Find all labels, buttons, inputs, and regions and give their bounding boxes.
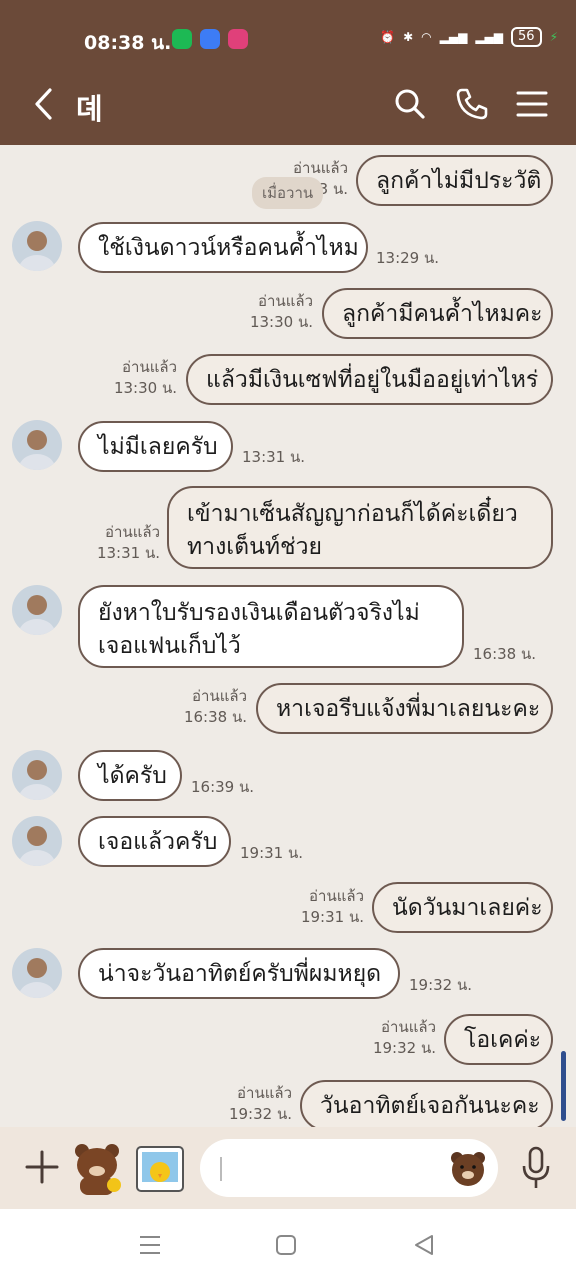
message-list[interactable]: อ่านแล้ว …3 น. เมื่อวาน ลูกค้าไม่มีประวั… bbox=[0, 145, 576, 1127]
contact-avatar[interactable] bbox=[12, 948, 62, 998]
status-bar: 08:38 น. ⏰ ✱ ◠ ▂▄▆ ▂▄▆ 56 ⚡ bbox=[0, 0, 576, 70]
brown-bear-sticker-icon[interactable] bbox=[68, 1139, 126, 1197]
message-text-line: เจอแฟนเก็บไว้ bbox=[98, 633, 241, 659]
message-time: 16:38 น. bbox=[473, 645, 537, 663]
message-bubble-outgoing[interactable]: แล้วมีเงินเซฟที่อยู่ในมืออยู่เท่าไหร่ bbox=[186, 354, 553, 405]
charging-icon: ⚡ bbox=[549, 30, 558, 44]
wifi-icon: ◠ bbox=[421, 30, 432, 44]
chat-title[interactable]: 뎨 bbox=[76, 86, 103, 128]
message-bubble-incoming[interactable]: ได้ครับ bbox=[78, 750, 182, 801]
message-meta: อ่านแล้ว 19:32 น. bbox=[229, 1083, 292, 1125]
back-nav-icon[interactable] bbox=[410, 1231, 438, 1259]
message-meta: อ่านแล้ว 13:30 น. bbox=[114, 357, 177, 399]
message-bubble-incoming[interactable]: ไม่มีเลยครับ bbox=[78, 421, 233, 472]
message-bubble-incoming[interactable]: เจอแล้วครับ bbox=[78, 816, 231, 867]
message-bubble-outgoing[interactable]: โอเคค่ะ bbox=[444, 1014, 553, 1065]
message-bubble-incoming[interactable]: ยังหาใบรับรองเงินเดือนตัวจริงไม่ เจอแฟนเ… bbox=[78, 585, 464, 668]
message-text: เจอแล้วครับ bbox=[98, 828, 218, 855]
message-time: 19:31 น. bbox=[300, 908, 364, 926]
message-text: วันอาทิตย์เจอกันนะคะ bbox=[320, 1092, 540, 1119]
chat-header: 뎨 bbox=[0, 70, 576, 145]
message-meta: อ่านแล้ว 19:32 น. bbox=[373, 1017, 436, 1059]
message-text-line: เข้ามาเซ็นสัญญาก่อนก็ได้ค่ะเดี๋ยว bbox=[187, 501, 518, 527]
read-receipt: อ่านแล้ว bbox=[258, 292, 313, 310]
read-receipt: อ่านแล้ว bbox=[192, 687, 247, 705]
microphone-icon[interactable] bbox=[520, 1145, 552, 1191]
text-caret bbox=[220, 1157, 222, 1181]
date-divider: เมื่อวาน bbox=[252, 177, 324, 209]
message-text: โอเคค่ะ bbox=[464, 1026, 542, 1053]
app-pink-icon bbox=[228, 29, 248, 49]
message-bubble-outgoing[interactable]: หาเจอรีบแจ้งพี่มาเลยนะคะ bbox=[256, 683, 553, 734]
home-icon[interactable] bbox=[272, 1231, 300, 1259]
search-icon[interactable] bbox=[392, 86, 428, 122]
read-receipt: อ่านแล้ว bbox=[237, 1084, 292, 1102]
battery-indicator: 56 bbox=[511, 27, 542, 47]
message-text: ใช้เงินดาวน์หรือคนค้ำไหม bbox=[98, 234, 359, 261]
message-meta: อ่านแล้ว 19:31 น. bbox=[301, 886, 364, 928]
sally-sticker-icon[interactable] bbox=[134, 1144, 186, 1194]
message-time: 19:32 น. bbox=[372, 1039, 436, 1057]
message-time: 16:39 น. bbox=[191, 778, 255, 796]
message-time: 13:30 น. bbox=[249, 313, 313, 331]
signal-icon: ▂▄▆ bbox=[475, 30, 504, 44]
message-bubble-outgoing[interactable]: นัดวันมาเลยค่ะ bbox=[372, 882, 553, 933]
message-text-line: ยังหาใบรับรองเงินเดือนตัวจริงไม่ bbox=[98, 600, 420, 626]
hamburger-icon[interactable] bbox=[514, 86, 550, 122]
contact-avatar[interactable] bbox=[12, 750, 62, 800]
signal-icon: ▂▄▆ bbox=[439, 30, 468, 44]
message-bubble-incoming[interactable]: ใช้เงินดาวน์หรือคนค้ำไหม bbox=[78, 222, 368, 273]
message-text: ลูกค้ามีคนค้ำไหมคะ bbox=[342, 300, 543, 327]
message-time: 13:29 น. bbox=[376, 249, 440, 267]
contact-avatar[interactable] bbox=[12, 420, 62, 470]
message-bubble-incoming[interactable]: น่าจะวันอาทิตย์ครับพี่ผมหยุด bbox=[78, 948, 400, 999]
contact-avatar[interactable] bbox=[12, 585, 62, 635]
spotify-icon bbox=[172, 29, 192, 49]
message-text-line: ทางเต็นท์ช่วย bbox=[187, 534, 322, 560]
message-meta: อ่านแล้ว 13:30 น. bbox=[250, 291, 313, 333]
message-time: 13:31 น. bbox=[242, 448, 306, 466]
recent-apps-icon[interactable] bbox=[136, 1231, 164, 1259]
message-meta: อ่านแล้ว 16:38 น. bbox=[184, 686, 247, 728]
message-text: ไม่มีเลยครับ bbox=[98, 433, 218, 460]
message-text: ลูกค้าไม่มีประวัติ bbox=[376, 167, 542, 194]
message-meta: อ่านแล้ว 13:31 น. bbox=[97, 522, 160, 564]
read-receipt: อ่านแล้ว bbox=[381, 1018, 436, 1036]
app-blue-icon bbox=[200, 29, 220, 49]
message-time: 19:32 น. bbox=[409, 976, 473, 994]
read-receipt: อ่านแล้ว bbox=[105, 523, 160, 541]
message-bubble-outgoing[interactable]: วันอาทิตย์เจอกันนะคะ bbox=[300, 1080, 553, 1127]
bluetooth-icon: ✱ bbox=[403, 30, 414, 44]
message-text: นัดวันมาเลยค่ะ bbox=[392, 894, 543, 921]
message-bubble-outgoing[interactable]: ลูกค้ามีคนค้ำไหมคะ bbox=[322, 288, 553, 339]
message-time: 16:38 น. bbox=[183, 708, 247, 726]
plus-icon[interactable] bbox=[22, 1147, 62, 1187]
message-bubble-outgoing[interactable]: ลูกค้าไม่มีประวัติ bbox=[356, 155, 553, 206]
message-time: 13:30 น. bbox=[113, 379, 177, 397]
message-text: น่าจะวันอาทิตย์ครับพี่ผมหยุด bbox=[98, 960, 382, 987]
read-receipt: อ่านแล้ว bbox=[122, 358, 177, 376]
status-time: 08:38 น. bbox=[84, 32, 172, 54]
read-receipt: อ่านแล้ว bbox=[309, 887, 364, 905]
message-time: 13:31 น. bbox=[96, 544, 160, 562]
read-receipt: อ่านแล้ว bbox=[293, 159, 348, 177]
phone-icon[interactable] bbox=[454, 86, 490, 122]
system-navigation-bar bbox=[0, 1209, 576, 1280]
message-text: หาเจอรีบแจ้งพี่มาเลยนะคะ bbox=[276, 695, 541, 722]
message-time: 19:31 น. bbox=[240, 844, 304, 862]
contact-avatar[interactable] bbox=[12, 221, 62, 271]
scrollbar[interactable] bbox=[561, 1051, 566, 1121]
message-text: แล้วมีเงินเซฟที่อยู่ในมืออยู่เท่าไหร่ bbox=[206, 366, 539, 393]
message-input[interactable] bbox=[200, 1139, 498, 1197]
chevron-left-icon[interactable] bbox=[28, 84, 64, 124]
contact-avatar[interactable] bbox=[12, 816, 62, 866]
message-input-bar bbox=[0, 1127, 576, 1209]
alarm-icon: ⏰ bbox=[380, 30, 396, 44]
status-indicators: ⏰ ✱ ◠ ▂▄▆ ▂▄▆ 56 ⚡ bbox=[380, 27, 558, 47]
message-text: ได้ครับ bbox=[98, 762, 167, 789]
message-time: 19:32 น. bbox=[228, 1105, 292, 1123]
message-bubble-outgoing[interactable]: เข้ามาเซ็นสัญญาก่อนก็ได้ค่ะเดี๋ยว ทางเต็… bbox=[167, 486, 553, 569]
bear-emoji-icon[interactable] bbox=[448, 1149, 488, 1189]
